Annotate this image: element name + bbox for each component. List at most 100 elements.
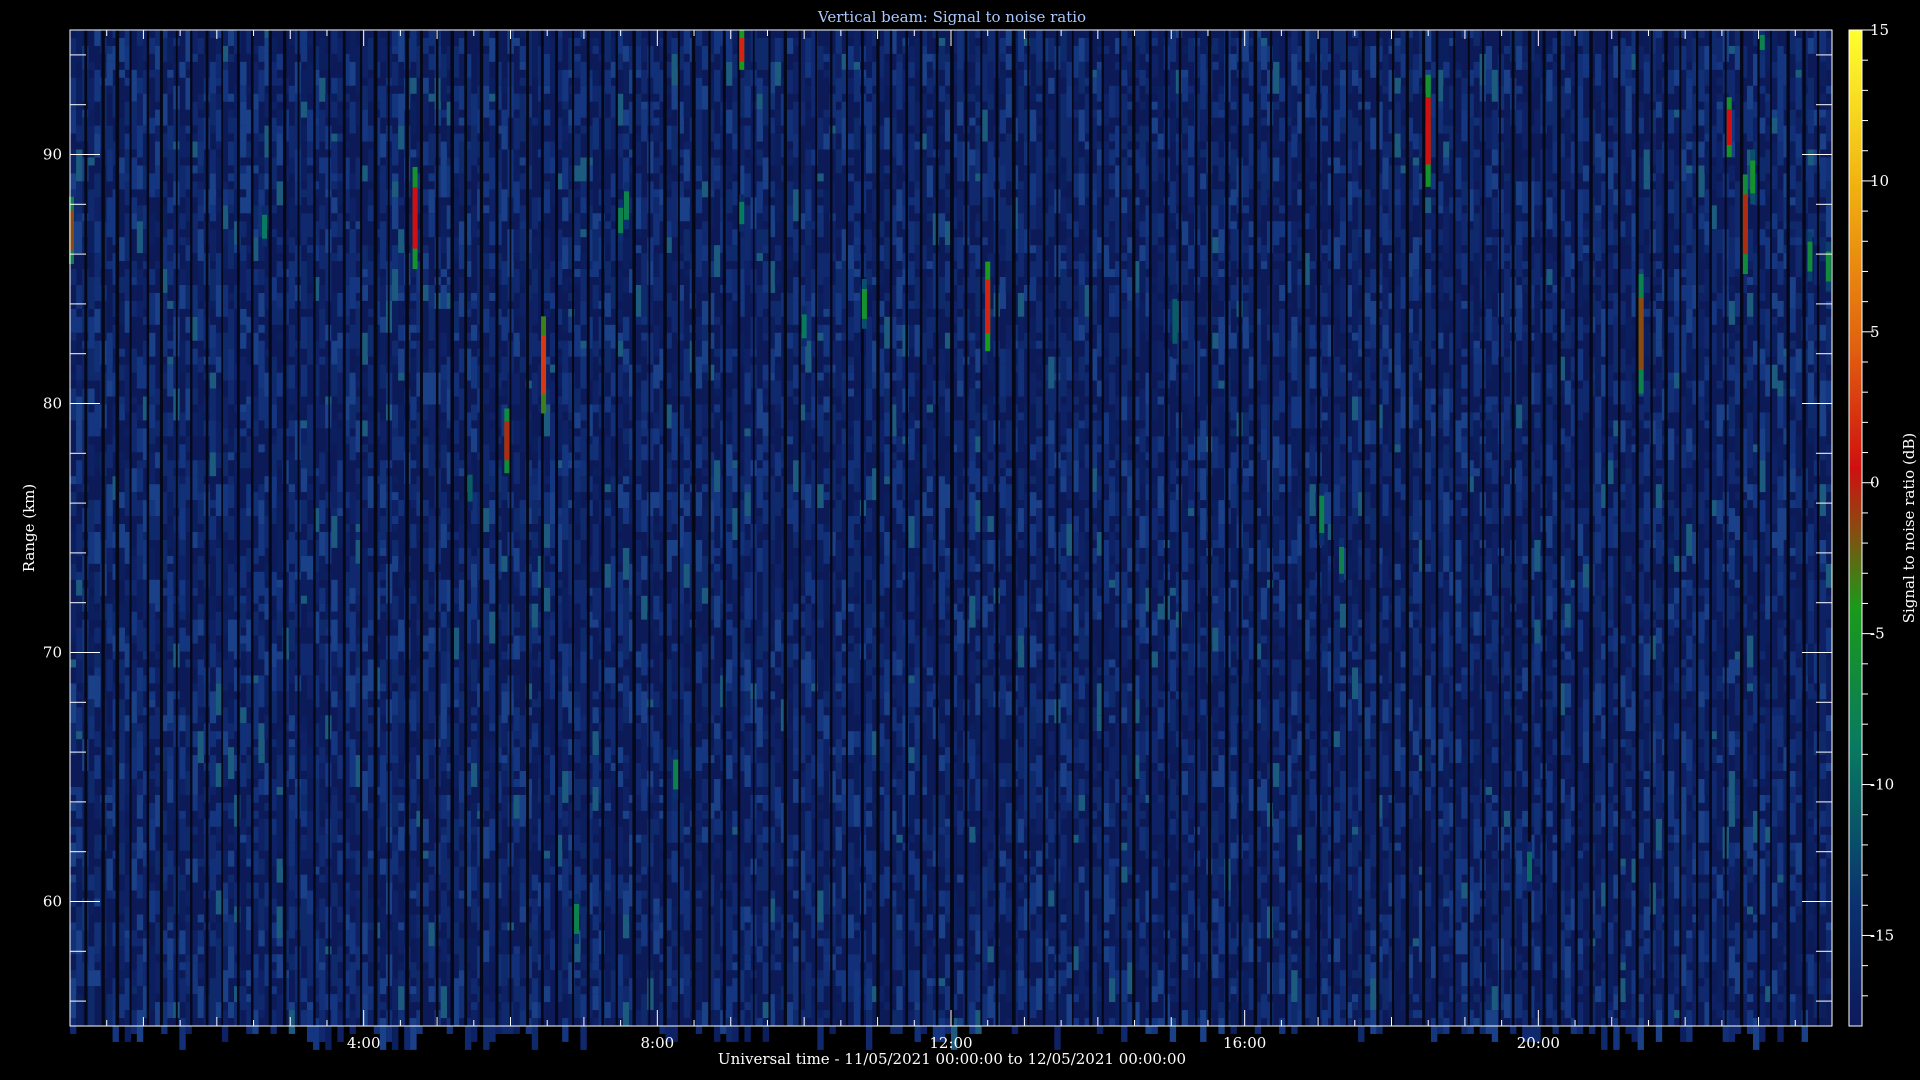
noise-cell	[458, 277, 466, 293]
noise-cell	[513, 587, 520, 596]
noise-cell	[483, 30, 490, 46]
noise-cell	[379, 547, 387, 556]
noise-cell	[853, 117, 861, 150]
noise-cell	[483, 53, 490, 86]
noise-cell	[641, 109, 648, 142]
noise-cell	[823, 938, 830, 955]
noise-cell	[215, 563, 223, 596]
noise-cell	[471, 428, 478, 453]
noise-cell	[957, 61, 964, 70]
noise-cell	[604, 340, 612, 373]
noise-cell	[683, 563, 691, 588]
noise-cell	[957, 380, 964, 397]
noise-cell	[118, 277, 125, 293]
noise-cell	[847, 516, 855, 548]
noise-cell	[398, 563, 405, 588]
noise-cell	[489, 269, 496, 278]
noise-cell	[531, 755, 539, 764]
noise-cell	[288, 755, 296, 779]
noise-cell	[197, 356, 204, 373]
noise-cell	[191, 388, 198, 405]
noise-cell	[762, 906, 770, 923]
noise-cell	[835, 1002, 842, 1019]
noise-cell	[458, 388, 466, 421]
noise-cell	[367, 850, 375, 859]
noise-cell	[288, 866, 296, 891]
noise-cell	[622, 125, 630, 134]
noise-cell	[604, 284, 612, 293]
noise-cell	[817, 587, 824, 620]
noise-cell	[604, 747, 612, 764]
noise-cell	[695, 404, 703, 437]
noise-cell	[957, 284, 964, 309]
noise-cell	[835, 109, 842, 134]
noise-cell	[167, 460, 174, 493]
noise-cell	[969, 516, 976, 540]
noise-cell	[580, 404, 587, 421]
noise-cell	[319, 316, 326, 349]
noise-cell	[88, 500, 95, 532]
noise-cell	[483, 547, 490, 580]
noise-cell	[70, 930, 77, 955]
noise-cell	[76, 380, 83, 397]
noise-cell	[756, 93, 763, 110]
noise-cell	[276, 954, 283, 979]
noise-cell	[647, 45, 654, 78]
noise-cell	[756, 619, 763, 636]
noise-cell	[410, 994, 417, 1003]
noise-cell	[398, 93, 405, 126]
noise-cell	[969, 117, 976, 126]
noise-cell	[701, 85, 709, 110]
noise-cell	[853, 237, 861, 246]
noise-cell	[136, 826, 144, 859]
noise-cell	[398, 229, 405, 254]
noise-cell	[288, 261, 296, 278]
noise-cell	[647, 388, 654, 413]
noise-cell	[853, 30, 861, 62]
noise-cell	[70, 986, 77, 1019]
noise-cell	[957, 587, 964, 604]
noise-cell	[240, 818, 247, 835]
noise-cell	[926, 994, 934, 1026]
noise-cell	[398, 436, 405, 461]
noise-cell	[793, 492, 800, 501]
noise-cell	[847, 364, 855, 373]
noise-cell	[574, 691, 581, 708]
noise-cell	[337, 213, 344, 222]
noise-cell	[349, 739, 356, 756]
noise-cell	[744, 69, 751, 86]
noise-cell	[604, 587, 612, 612]
noise-cell	[88, 61, 95, 70]
noise-cell	[70, 970, 77, 979]
noise-cell	[865, 978, 873, 1011]
noise-cell	[130, 277, 138, 285]
noise-cell	[501, 261, 508, 285]
noise-cell	[398, 778, 405, 787]
noise-cell	[398, 930, 405, 955]
noise-cell	[908, 245, 915, 254]
noise-cell	[847, 651, 855, 668]
noise-cell	[167, 850, 174, 875]
noise-cell	[106, 858, 113, 891]
noise-cell	[240, 332, 247, 349]
noise-cell	[167, 492, 174, 517]
noise-cell	[647, 284, 654, 293]
noise-cell	[543, 492, 551, 525]
noise-cell	[428, 627, 435, 644]
noise-cell	[167, 261, 174, 285]
noise-cell	[926, 492, 934, 509]
noise-cell	[337, 516, 344, 548]
noise-cell	[853, 763, 861, 795]
noise-cell	[622, 508, 630, 525]
noise-cell	[847, 269, 855, 301]
noise-cell	[136, 30, 144, 46]
noise-cell	[227, 189, 235, 206]
noise-cell	[300, 643, 308, 676]
noise-cell	[938, 508, 946, 540]
noise-cell	[118, 946, 125, 971]
noise-cell	[513, 37, 520, 46]
noise-cell	[319, 77, 326, 102]
noise-cell	[379, 85, 387, 118]
noise-cell	[325, 125, 332, 150]
noise-cell	[331, 292, 338, 325]
